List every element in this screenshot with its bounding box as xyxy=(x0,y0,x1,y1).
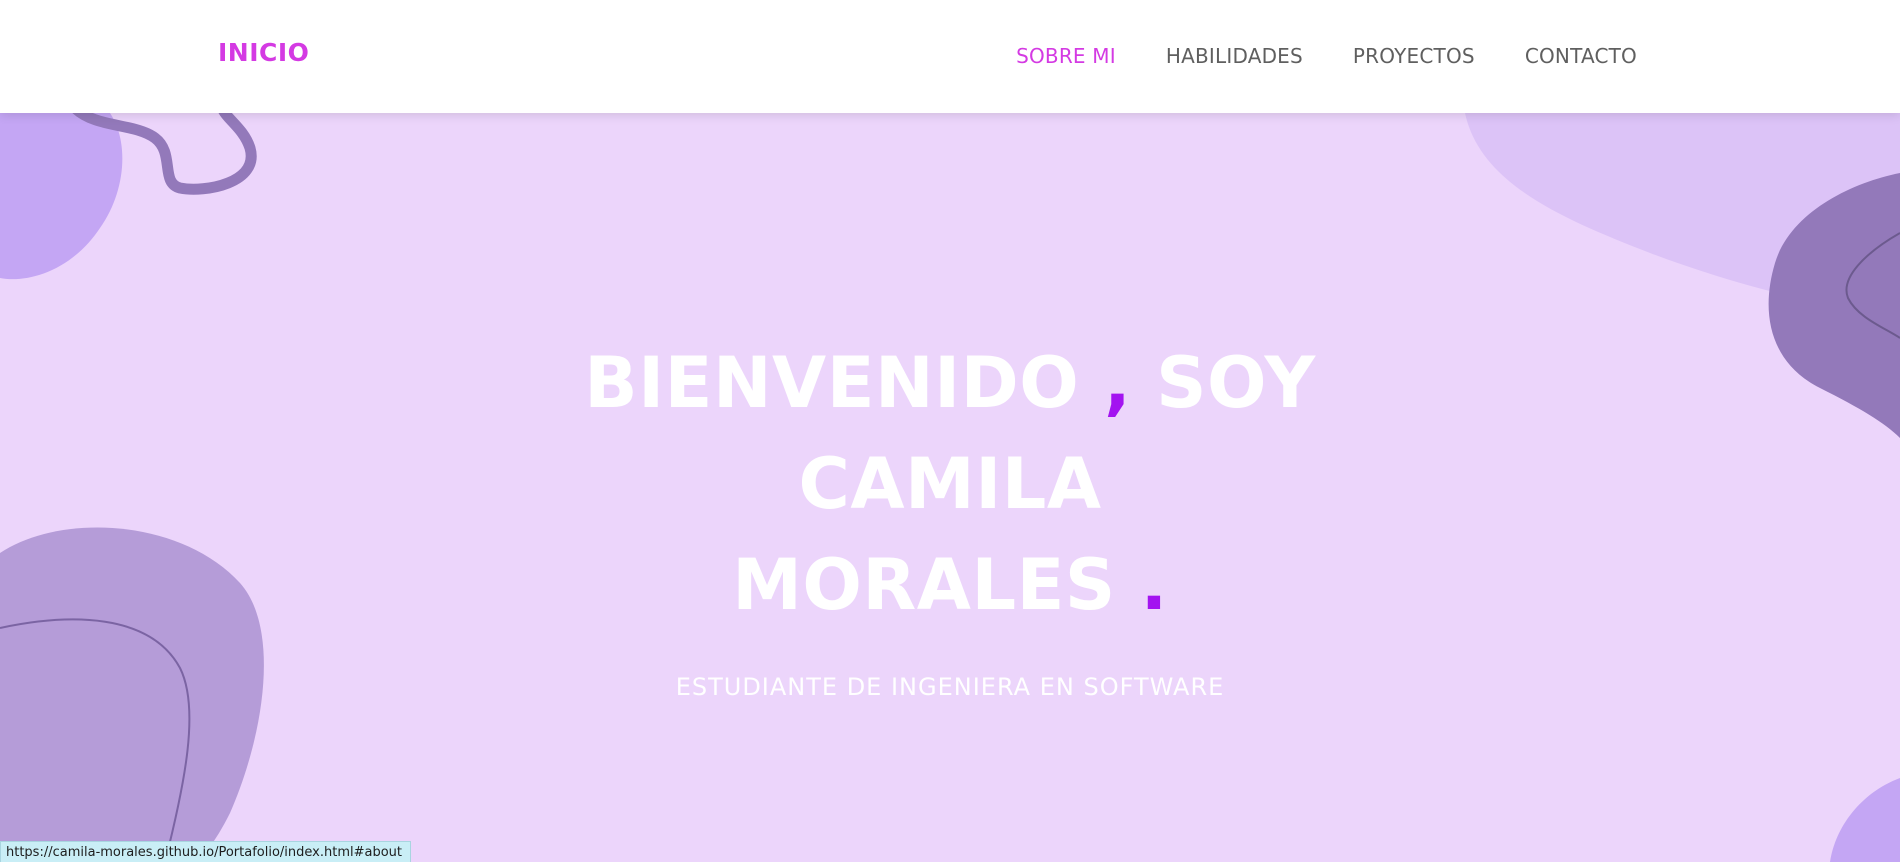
hero-soy: SOY xyxy=(1156,342,1316,424)
hero-section: BIENVENIDO , SOY CAMILA MORALES . ESTUDI… xyxy=(0,113,1900,862)
hero-period: . xyxy=(1140,544,1168,626)
browser-status-url: https://camila-morales.github.io/Portafo… xyxy=(0,841,412,862)
hero-title: BIENVENIDO , SOY CAMILA MORALES . xyxy=(0,333,1900,636)
nav-links: SOBRE MI HABILIDADES PROYECTOS CONTACTO xyxy=(1016,44,1637,68)
hero-comma: , xyxy=(1104,342,1132,424)
hero-first-name: CAMILA xyxy=(798,443,1102,525)
nav-link-sobre-mi[interactable]: SOBRE MI xyxy=(1016,44,1116,68)
blob-top-left xyxy=(0,113,123,280)
nav-link-contacto[interactable]: CONTACTO xyxy=(1525,44,1637,68)
nav-link-habilidades[interactable]: HABILIDADES xyxy=(1166,44,1303,68)
hero-subtitle: ESTUDIANTE DE INGENIERA EN SOFTWARE xyxy=(675,673,1225,701)
top-navbar: INICIO SOBRE MI HABILIDADES PROYECTOS CO… xyxy=(0,0,1900,113)
hero-greeting: BIENVENIDO xyxy=(584,342,1080,424)
blob-bottom-right xyxy=(1830,778,1900,862)
nav-link-proyectos[interactable]: PROYECTOS xyxy=(1353,44,1475,68)
hero-last-name: MORALES xyxy=(732,544,1116,626)
brand-link-inicio[interactable]: INICIO xyxy=(218,38,309,67)
